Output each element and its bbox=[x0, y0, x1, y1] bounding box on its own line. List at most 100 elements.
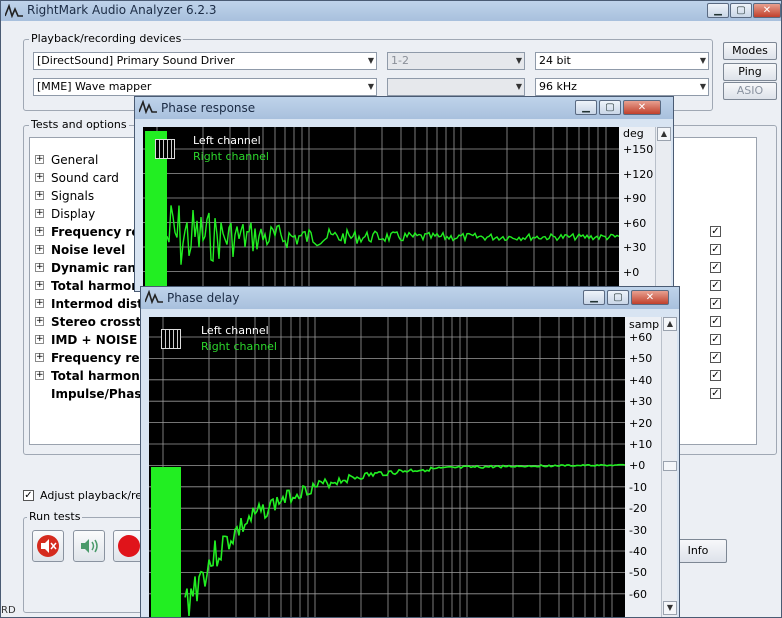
test-checkbox[interactable]: ✓ bbox=[710, 388, 721, 399]
y-tick-label: +90 bbox=[623, 192, 647, 205]
legend: Left channel Right channel bbox=[193, 133, 269, 165]
expand-icon[interactable]: + bbox=[35, 227, 44, 236]
expand-icon[interactable]: + bbox=[35, 245, 44, 254]
y-tick-label: +0 bbox=[623, 265, 640, 279]
expand-icon[interactable]: + bbox=[35, 263, 44, 272]
close-button[interactable]: ✕ bbox=[631, 290, 669, 305]
sample-rate-select[interactable]: 96 kHz ▼ bbox=[535, 78, 709, 96]
legend-right-channel: Right channel bbox=[193, 150, 269, 163]
phase-delay-yaxis: samp +60 +50 +40 +30 +20 +10 +0 -10 -20 -30 -40 -50… bbox=[625, 317, 661, 617]
expand-icon[interactable]: + bbox=[35, 209, 44, 218]
scroll-up-icon[interactable]: ▲ bbox=[663, 317, 677, 331]
minimize-button[interactable]: ▁ bbox=[707, 3, 729, 18]
y-unit: deg bbox=[623, 127, 644, 140]
playback-driver-select[interactable]: [DirectSound] Primary Sound Driver ▼ bbox=[33, 52, 377, 70]
recording-driver-value: [MME] Wave mapper bbox=[37, 80, 152, 93]
run-tests-label: Run tests bbox=[27, 510, 83, 523]
test-item-label: Dynamic rang bbox=[51, 261, 145, 275]
playback-test-button[interactable] bbox=[73, 530, 105, 562]
bit-depth-select[interactable]: 24 bit ▼ bbox=[535, 52, 709, 70]
graph-toggle-icon[interactable] bbox=[161, 329, 181, 349]
legend: Left channel Right channel bbox=[201, 323, 277, 355]
scroll-thumb[interactable] bbox=[663, 461, 677, 471]
graph-toggle-icon[interactable] bbox=[155, 139, 175, 159]
phase-delay-graph bbox=[149, 317, 625, 617]
app-logo-icon bbox=[139, 100, 157, 114]
test-checkbox[interactable]: ✓ bbox=[710, 352, 721, 363]
expand-icon[interactable]: + bbox=[35, 371, 44, 380]
close-button[interactable]: ✕ bbox=[623, 100, 661, 115]
y-tick-label: +0 bbox=[629, 459, 646, 473]
phase-response-plot[interactable]: Left channel Right channel bbox=[143, 127, 619, 291]
phase-delay-plot[interactable]: Left channel Right channel bbox=[149, 317, 625, 617]
phase-delay-title: Phase delay bbox=[167, 291, 240, 305]
chevron-down-icon: ▼ bbox=[515, 82, 522, 91]
test-checkbox[interactable]: ✓ bbox=[710, 244, 721, 255]
y-tick-label: -60 bbox=[629, 587, 647, 601]
expand-icon[interactable]: + bbox=[35, 335, 44, 344]
test-item-label: IMD + NOISE bbox=[51, 333, 138, 347]
chevron-down-icon: ▼ bbox=[515, 56, 522, 65]
scroll-down-icon[interactable]: ▼ bbox=[663, 601, 677, 615]
test-checkbox[interactable]: ✓ bbox=[710, 316, 721, 327]
expand-icon[interactable]: + bbox=[35, 191, 44, 200]
main-window-title: RightMark Audio Analyzer 6.2.3 bbox=[27, 3, 217, 17]
expand-icon[interactable]: + bbox=[35, 155, 44, 164]
maximize-button[interactable]: ▢ bbox=[607, 290, 629, 305]
app-logo-icon bbox=[145, 290, 163, 304]
close-button[interactable]: ✕ bbox=[753, 3, 781, 18]
asio-button[interactable]: ASIO bbox=[723, 82, 777, 100]
test-checkbox[interactable]: ✓ bbox=[710, 370, 721, 381]
main-titlebar[interactable]: RightMark Audio Analyzer 6.2.3 ▁ ▢ ✕ bbox=[1, 1, 781, 21]
test-checkbox[interactable]: ✓ bbox=[710, 280, 721, 291]
legend-left-channel: Left channel bbox=[201, 324, 269, 337]
chevron-down-icon: ▼ bbox=[699, 56, 706, 65]
expand-icon[interactable]: + bbox=[35, 317, 44, 326]
y-tick-label: -10 bbox=[629, 480, 647, 494]
expand-icon[interactable]: + bbox=[35, 353, 44, 362]
y-tick-label: +40 bbox=[629, 373, 653, 387]
adjust-checkbox[interactable]: ✓ bbox=[23, 490, 34, 501]
trace-fill bbox=[151, 467, 181, 617]
test-checkbox[interactable]: ✓ bbox=[710, 298, 721, 309]
scroll-up-icon[interactable]: ▲ bbox=[657, 127, 671, 141]
test-item-label: Sound card bbox=[51, 171, 119, 185]
play-mute-button[interactable] bbox=[32, 530, 64, 562]
chevron-down-icon: ▼ bbox=[367, 82, 374, 91]
test-item-label: Display bbox=[51, 207, 96, 221]
speaker-wave-icon bbox=[81, 539, 98, 553]
chevron-down-icon: ▼ bbox=[699, 82, 706, 91]
test-item-label: General bbox=[51, 153, 99, 167]
phase-response-scrollbar[interactable]: ▲ bbox=[655, 127, 671, 291]
channels2-select[interactable]: ▼ bbox=[387, 78, 525, 96]
minimize-button[interactable]: ▁ bbox=[583, 290, 605, 305]
test-checkbox[interactable]: ✓ bbox=[710, 226, 721, 237]
speaker-mute-icon bbox=[37, 535, 59, 557]
test-item-label: Intermod dist bbox=[51, 297, 143, 311]
phase-delay-scrollbar[interactable]: ▲ ▼ bbox=[661, 317, 677, 617]
modes-button[interactable]: Modes bbox=[723, 42, 777, 60]
y-tick-label: -40 bbox=[629, 545, 647, 558]
test-item-label: Frequency res bbox=[51, 225, 147, 239]
adjust-checkbox-label: Adjust playback/re bbox=[40, 489, 143, 502]
phase-response-window: Phase response ▁ ▢ ✕ Left channel Right … bbox=[134, 96, 674, 292]
y-tick-label: +10 bbox=[629, 438, 653, 451]
maximize-button[interactable]: ▢ bbox=[599, 100, 621, 115]
channels-select[interactable]: 1-2 ▼ bbox=[387, 52, 525, 70]
test-checkbox[interactable]: ✓ bbox=[710, 334, 721, 345]
test-item-label: Impulse/Phas bbox=[51, 387, 142, 401]
phase-response-titlebar[interactable]: Phase response ▁ ▢ ✕ bbox=[135, 97, 673, 119]
tests-group-label: Tests and options bbox=[29, 118, 129, 131]
phase-delay-titlebar[interactable]: Phase delay ▁ ▢ ✕ bbox=[141, 287, 679, 309]
sample-rate-value: 96 kHz bbox=[539, 80, 577, 93]
expand-icon[interactable]: + bbox=[35, 173, 44, 182]
y-tick-label: -30 bbox=[629, 523, 647, 537]
ping-button[interactable]: Ping bbox=[723, 63, 777, 81]
expand-icon[interactable]: + bbox=[35, 281, 44, 290]
recording-driver-select[interactable]: [MME] Wave mapper ▼ bbox=[33, 78, 377, 96]
test-checkbox[interactable]: ✓ bbox=[710, 262, 721, 273]
phase-response-title: Phase response bbox=[161, 101, 256, 115]
expand-icon[interactable]: + bbox=[35, 299, 44, 308]
minimize-button[interactable]: ▁ bbox=[575, 100, 597, 115]
maximize-button[interactable]: ▢ bbox=[730, 3, 752, 18]
